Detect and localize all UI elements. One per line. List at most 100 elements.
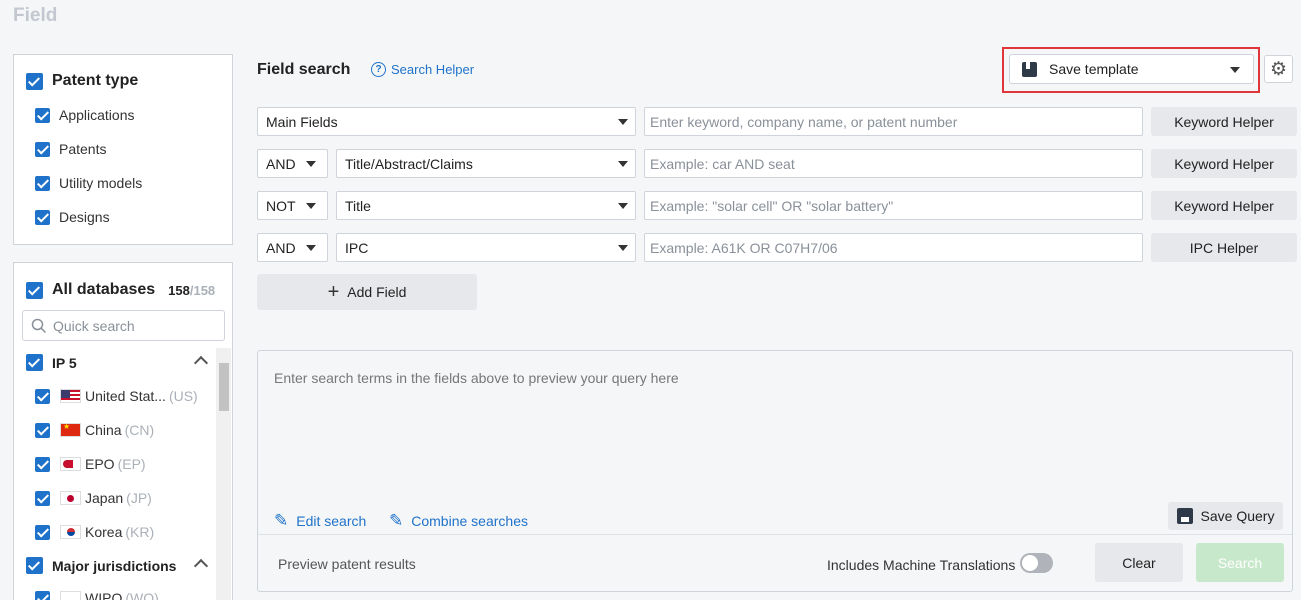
save-query-label: Save Query — [1201, 508, 1275, 524]
jp-checkbox[interactable] — [35, 491, 50, 506]
patent-type-item-designs[interactable]: Designs — [35, 209, 110, 225]
applications-checkbox[interactable] — [35, 108, 50, 123]
database-name: China — [85, 422, 122, 438]
all-databases-header[interactable]: All databases 158/158 — [26, 281, 215, 299]
preview-results-label: Preview patent results — [278, 556, 416, 572]
search-helper-link[interactable]: ? Search Helper — [371, 62, 474, 77]
field-search-title: Field search — [257, 61, 350, 79]
collapse-major-icon[interactable] — [194, 559, 208, 573]
keyword-helper-button-1[interactable]: Keyword Helper — [1151, 107, 1297, 136]
keyword-input-2[interactable] — [644, 149, 1143, 178]
japan-flag-icon — [60, 491, 81, 505]
save-template-dropdown[interactable]: Save template — [1009, 54, 1254, 84]
patent-type-item-patents[interactable]: Patents — [35, 141, 106, 157]
us-checkbox[interactable] — [35, 389, 50, 404]
ipc-helper-button[interactable]: IPC Helper — [1151, 233, 1297, 262]
database-code: (WO) — [125, 590, 158, 600]
patent-type-header[interactable]: Patent type — [26, 72, 138, 90]
plus-icon: + — [328, 282, 340, 302]
patent-type-title: Patent type — [52, 72, 138, 90]
edit-search-link[interactable]: ✎ Edit search — [274, 511, 366, 531]
kr-checkbox[interactable] — [35, 525, 50, 540]
quick-search-box[interactable] — [22, 310, 225, 341]
quick-search-input[interactable] — [53, 318, 213, 334]
patents-checkbox[interactable] — [35, 142, 50, 157]
database-scrollbar[interactable] — [216, 348, 231, 600]
keyword-input-4[interactable] — [644, 233, 1143, 262]
search-icon — [31, 318, 47, 334]
database-name: United Stat... — [85, 388, 166, 404]
settings-button[interactable]: ⚙ — [1264, 55, 1293, 83]
search-button[interactable]: Search — [1196, 543, 1284, 582]
database-name: WIPO — [85, 590, 122, 600]
database-item-cn[interactable]: China(CN) — [35, 422, 154, 438]
patent-type-panel: Patent type Applications Patents Utility… — [13, 54, 233, 245]
add-field-label: Add Field — [347, 284, 406, 300]
keyword-helper-button-3[interactable]: Keyword Helper — [1151, 191, 1297, 220]
operator-select-2[interactable]: AND — [257, 149, 328, 178]
cn-checkbox[interactable] — [35, 423, 50, 438]
wipo-flag-icon — [60, 591, 81, 600]
patent-type-item-label: Patents — [59, 141, 106, 157]
database-name: EPO — [85, 456, 115, 472]
designs-checkbox[interactable] — [35, 210, 50, 225]
operator-select-3[interactable]: NOT — [257, 191, 328, 220]
epo-flag-icon — [60, 457, 81, 471]
wo-checkbox[interactable] — [35, 591, 50, 600]
ep-checkbox[interactable] — [35, 457, 50, 472]
chevron-down-icon — [306, 161, 316, 167]
operator-label: AND — [266, 156, 296, 172]
patent-type-item-label: Designs — [59, 209, 110, 225]
clear-button[interactable]: Clear — [1095, 543, 1183, 582]
keyword-helper-button-2[interactable]: Keyword Helper — [1151, 149, 1297, 178]
save-query-button[interactable]: Save Query — [1168, 502, 1283, 530]
chevron-down-icon — [306, 203, 316, 209]
patent-type-checkbox[interactable] — [26, 73, 43, 90]
field-select-3[interactable]: Title — [336, 191, 636, 220]
field-select-label: Main Fields — [266, 114, 338, 130]
database-item-kr[interactable]: Korea(KR) — [35, 524, 154, 540]
chevron-down-icon — [618, 161, 628, 167]
patent-type-item-label: Utility models — [59, 175, 142, 191]
field-select-label: Title/Abstract/Claims — [345, 156, 473, 172]
combine-searches-label: Combine searches — [411, 513, 528, 529]
gear-icon: ⚙ — [1270, 58, 1287, 81]
database-count: 158/158 — [168, 283, 215, 298]
add-field-button[interactable]: + Add Field — [257, 274, 477, 310]
question-icon: ? — [371, 62, 386, 77]
group-major-header[interactable]: Major jurisdictions — [26, 557, 176, 574]
field-select-4[interactable]: IPC — [336, 233, 636, 262]
chevron-down-icon — [618, 203, 628, 209]
database-item-jp[interactable]: Japan(JP) — [35, 490, 152, 506]
save-template-label: Save template — [1049, 61, 1139, 77]
keyword-input-1[interactable] — [644, 107, 1143, 136]
edit-search-label: Edit search — [296, 513, 366, 529]
field-select-2[interactable]: Title/Abstract/Claims — [336, 149, 636, 178]
group-ip5-header[interactable]: IP 5 — [26, 354, 77, 371]
page-title: Field — [13, 5, 57, 27]
collapse-ip5-icon[interactable] — [194, 356, 208, 370]
database-item-ep[interactable]: EPO(EP) — [35, 456, 146, 472]
group-major-checkbox[interactable] — [26, 557, 43, 574]
keyword-input-3[interactable] — [644, 191, 1143, 220]
database-count-total: /158 — [190, 283, 215, 298]
database-item-wo[interactable]: WIPO(WO) — [35, 590, 159, 600]
field-select-label: IPC — [345, 240, 368, 256]
database-code: (US) — [169, 388, 198, 404]
machine-translations-toggle[interactable] — [1020, 553, 1053, 573]
patent-type-item-utility-models[interactable]: Utility models — [35, 175, 142, 191]
database-item-us[interactable]: United Stat...(US) — [35, 388, 198, 404]
database-scrollbar-thumb[interactable] — [219, 363, 229, 411]
group-ip5-checkbox[interactable] — [26, 354, 43, 371]
all-databases-title: All databases — [52, 281, 155, 299]
all-databases-checkbox[interactable] — [26, 282, 43, 299]
databases-panel: All databases 158/158 IP 5 United Stat..… — [13, 262, 233, 600]
chevron-down-icon — [618, 119, 628, 125]
chevron-down-icon — [306, 245, 316, 251]
operator-select-4[interactable]: AND — [257, 233, 328, 262]
combine-searches-link[interactable]: ✎ Combine searches — [389, 511, 528, 531]
utility-models-checkbox[interactable] — [35, 176, 50, 191]
field-select-1[interactable]: Main Fields — [257, 107, 636, 136]
patent-type-item-applications[interactable]: Applications — [35, 107, 135, 123]
korea-flag-icon — [60, 525, 81, 539]
